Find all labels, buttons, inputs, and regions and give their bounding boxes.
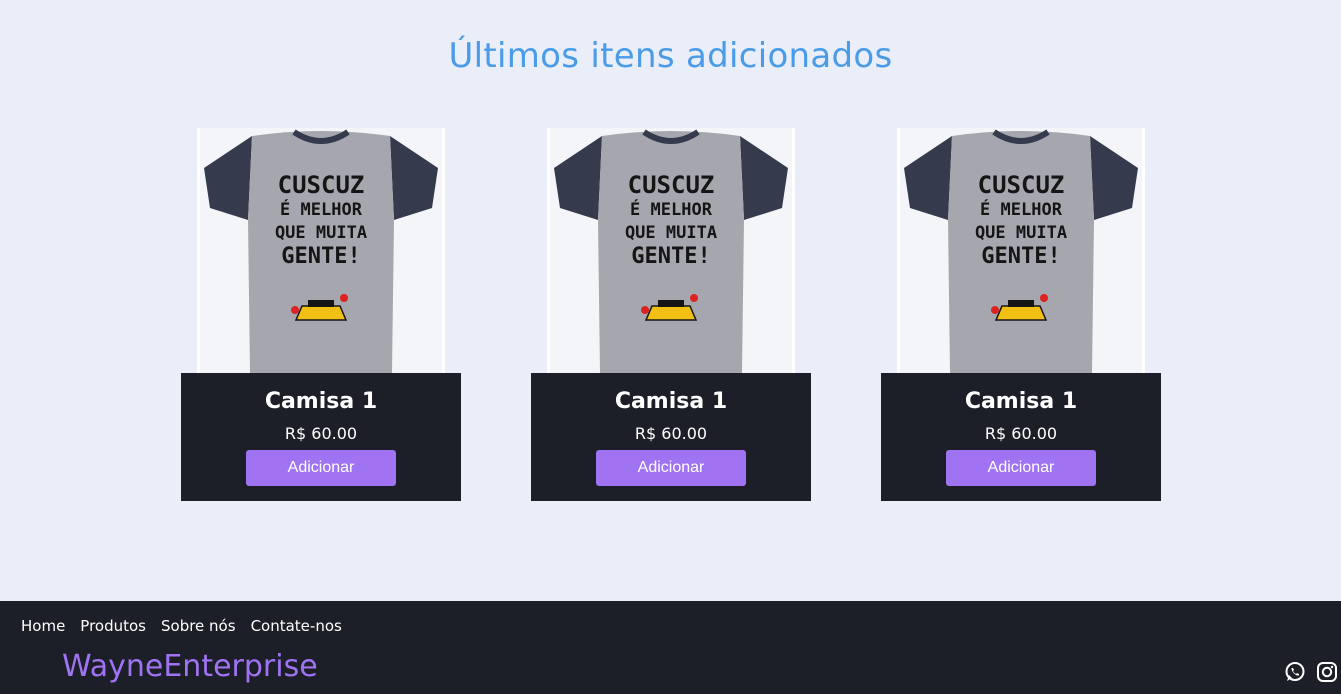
product-price: R$ 60.00 (984, 424, 1058, 443)
shirt-print-line-1: CUSCUZ (628, 171, 715, 199)
shirt-print-line-4: GENTE! (281, 244, 360, 269)
product-image[interactable]: CUSCUZ É MELHOR QUE MUITA GENTE! (897, 128, 1145, 373)
footer-brand[interactable]: WayneEnterprise (62, 649, 318, 684)
shirt-print-line-1: CUSCUZ (978, 171, 1065, 199)
footer-link-contate-nos[interactable]: Contate-nos (251, 617, 342, 635)
product-card: CUSCUZ É MELHOR QUE MUITA GENTE! Camisa … (181, 128, 461, 501)
product-image[interactable]: CUSCUZ É MELHOR QUE MUITA GENTE! (547, 128, 795, 373)
shirt-print-line-2: É MELHOR (280, 198, 363, 220)
product-info: Camisa 1 R$ 60.00 Adicionar (531, 373, 811, 501)
footer-link-produtos[interactable]: Produtos (80, 617, 146, 635)
shirt-print-line-2: É MELHOR (630, 198, 713, 220)
footer-link-home[interactable]: Home (21, 617, 65, 635)
add-to-cart-button[interactable]: Adicionar (246, 450, 396, 486)
shirt-print-line-4: GENTE! (981, 244, 1060, 269)
product-price: R$ 60.00 (634, 424, 708, 443)
whatsapp-icon[interactable] (1284, 661, 1306, 683)
product-price: R$ 60.00 (284, 424, 358, 443)
footer-link-sobre-nos[interactable]: Sobre nós (161, 617, 236, 635)
shirt-print-line-2: É MELHOR (980, 198, 1063, 220)
product-name: Camisa 1 (614, 389, 728, 414)
product-card: CUSCUZ É MELHOR QUE MUITA GENTE! Camisa … (881, 128, 1161, 501)
product-card: CUSCUZ É MELHOR QUE MUITA GENTE! Camisa … (531, 128, 811, 501)
shirt-print-line-3: QUE MUITA (975, 223, 1067, 243)
footer-nav: Home Produtos Sobre nós Contate-nos (21, 617, 342, 635)
product-image[interactable]: CUSCUZ É MELHOR QUE MUITA GENTE! (197, 128, 445, 373)
add-to-cart-button[interactable]: Adicionar (596, 450, 746, 486)
shirt-print-line-3: QUE MUITA (275, 223, 367, 243)
shirt-print-line-4: GENTE! (631, 244, 710, 269)
instagram-icon[interactable] (1316, 661, 1338, 683)
section-title: Últimos itens adicionados (448, 36, 893, 76)
shirt-print-line-3: QUE MUITA (625, 223, 717, 243)
product-info: Camisa 1 R$ 60.00 Adicionar (881, 373, 1161, 501)
product-info: Camisa 1 R$ 60.00 Adicionar (181, 373, 461, 501)
shirt-print-line-1: CUSCUZ (278, 171, 365, 199)
footer-social (1284, 661, 1338, 683)
add-to-cart-button[interactable]: Adicionar (946, 450, 1096, 486)
footer: Home Produtos Sobre nós Contate-nos Wayn… (0, 601, 1341, 694)
product-name: Camisa 1 (264, 389, 378, 414)
product-name: Camisa 1 (964, 389, 1078, 414)
